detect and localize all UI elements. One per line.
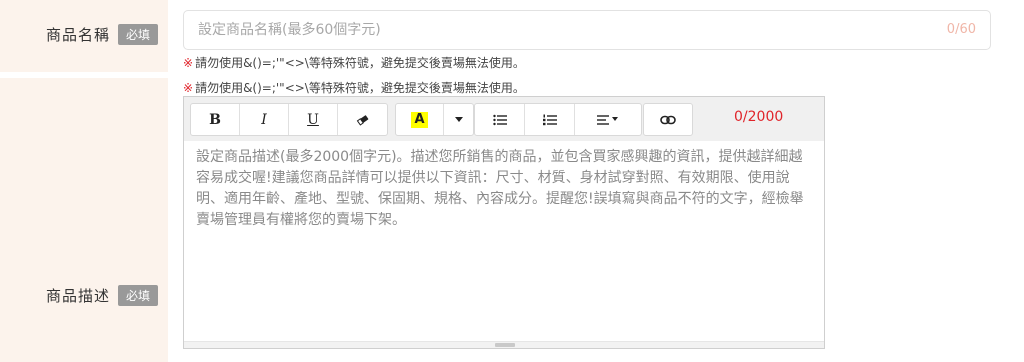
warning-mark: ※ (183, 56, 194, 70)
highlight-icon: A (411, 111, 428, 128)
bullet-list-icon (492, 114, 507, 125)
link-icon (660, 115, 676, 124)
link-button-group (643, 103, 693, 136)
underline-button[interactable]: U (289, 104, 338, 135)
product-description-label: 商品描述 必填 (46, 285, 158, 306)
required-badge: 必填 (117, 285, 158, 306)
align-button[interactable] (575, 104, 641, 135)
editor-resize-handle[interactable] (184, 341, 824, 348)
product-name-label-text: 商品名稱 (45, 26, 110, 44)
numbered-list-button[interactable] (525, 104, 575, 135)
product-name-label-cell: 商品名稱 必填 (0, 0, 168, 72)
warning-mark: ※ (183, 81, 194, 95)
numbered-list-icon (542, 114, 557, 125)
product-description-warning-text: 請勿使用&()=;'"<>\等特殊符號，避免提交後賣場無法使用。 (195, 81, 525, 95)
bold-button[interactable]: B (191, 104, 240, 135)
resize-grip-icon (495, 343, 515, 347)
italic-button[interactable]: I (240, 104, 289, 135)
product-description-label-text: 商品描述 (45, 287, 110, 305)
italic-icon: I (261, 111, 267, 128)
format-button-group: B I U (190, 103, 388, 136)
description-char-count: 0/2000 (734, 109, 784, 125)
caret-down-icon (454, 116, 463, 122)
product-description-warning: ※ 請勿使用&()=;'"<>\等特殊符號，避免提交後賣場無法使用。 (183, 79, 525, 96)
clear-format-button[interactable] (338, 104, 387, 135)
product-description-label-cell: 商品描述 必填 (0, 78, 168, 362)
product-name-label: 商品名稱 必填 (46, 24, 158, 45)
product-name-counter: 0/60 (946, 22, 976, 37)
bold-icon: B (209, 111, 221, 128)
underline-icon: U (307, 111, 319, 128)
description-textarea[interactable]: 設定商品描述(最多2000個字元)。描述您所銷售的商品，並包含買家感興趣的資訊，… (196, 147, 814, 231)
product-name-warning-text: 請勿使用&()=;'"<>\等特殊符號，避免提交後賣場無法使用。 (195, 56, 525, 70)
product-name-warning: ※ 請勿使用&()=;'"<>\等特殊符號，避免提交後賣場無法使用。 (183, 54, 525, 71)
required-badge: 必填 (117, 24, 158, 45)
bullet-list-button[interactable] (475, 104, 525, 135)
eraser-icon (356, 114, 368, 126)
link-button[interactable] (644, 104, 692, 135)
highlight-button[interactable]: A (396, 104, 444, 135)
product-name-field[interactable]: 0/60 (183, 10, 991, 50)
highlight-dropdown-button[interactable] (444, 104, 473, 135)
rich-text-editor: B I U A 0/2000 設定商品描述(最多2000個字元)。描述您所銷售的… (183, 96, 825, 349)
editor-toolbar: B I U A 0/2000 (184, 97, 824, 141)
align-icon (597, 114, 618, 125)
product-name-input[interactable] (198, 11, 898, 49)
highlight-button-group: A (395, 103, 474, 136)
list-button-group (474, 103, 642, 136)
